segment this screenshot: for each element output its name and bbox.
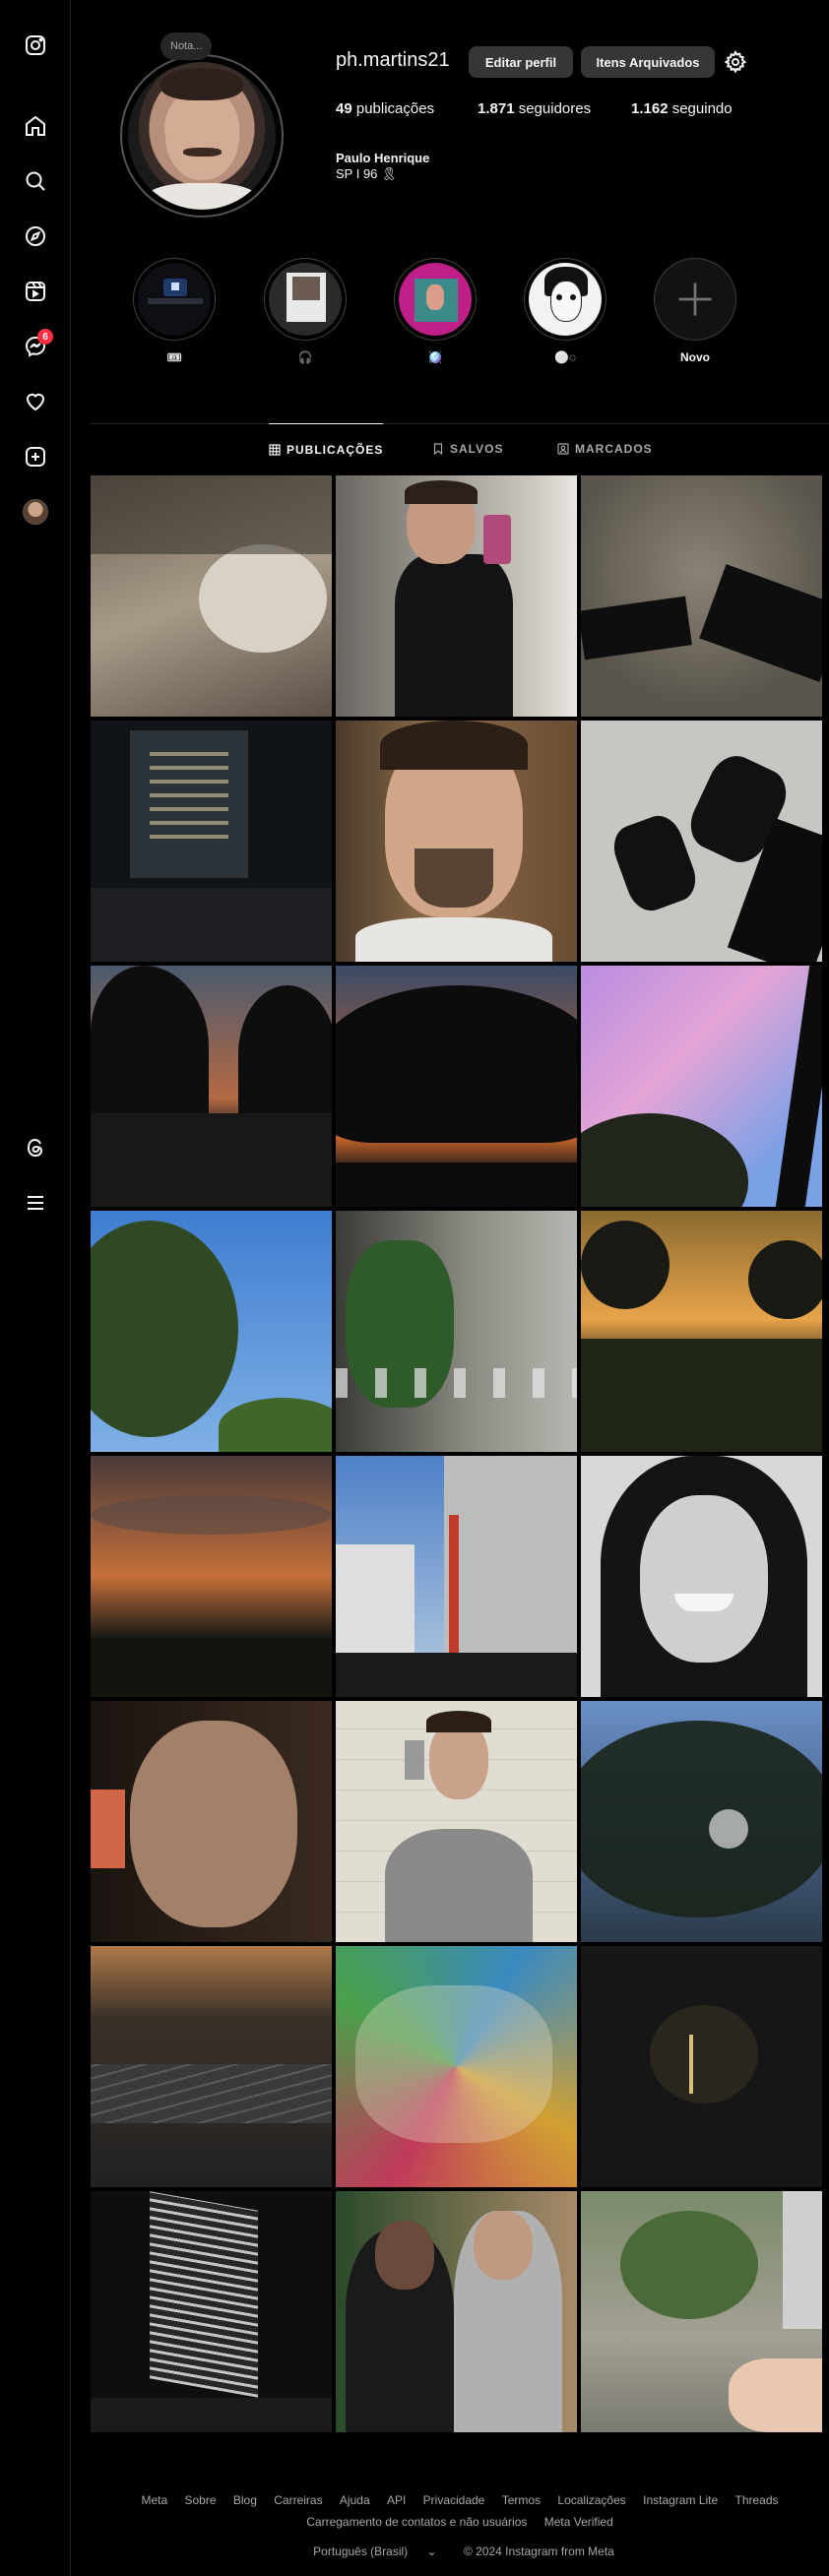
highlight-1[interactable]: 🎟 bbox=[133, 258, 216, 364]
messenger-icon[interactable]: 6 bbox=[20, 329, 53, 362]
post-thumbnail[interactable] bbox=[91, 475, 332, 717]
footer-link[interactable]: Carregamento de contatos e não usuários bbox=[306, 2515, 527, 2529]
edit-profile-button[interactable]: Editar perfil bbox=[469, 46, 573, 78]
instagram-logo-icon[interactable] bbox=[20, 30, 51, 61]
home-icon[interactable] bbox=[20, 110, 51, 142]
menu-icon[interactable] bbox=[20, 1187, 51, 1219]
post-thumbnail[interactable] bbox=[581, 1456, 822, 1697]
note-bubble[interactable]: Nota... bbox=[160, 32, 213, 60]
post-thumbnail[interactable] bbox=[336, 966, 577, 1207]
post-thumbnail[interactable] bbox=[336, 2191, 577, 2432]
avatar bbox=[23, 499, 48, 525]
post-thumbnail[interactable] bbox=[581, 1946, 822, 2187]
post-thumbnail[interactable] bbox=[91, 1701, 332, 1942]
highlight-3[interactable]: 🪩 bbox=[394, 258, 477, 364]
tab-tagged[interactable]: MARCADOS bbox=[557, 423, 653, 474]
profile-username: ph.martins21 bbox=[336, 49, 450, 71]
footer-link[interactable]: Ajuda bbox=[340, 2493, 370, 2507]
bookmark-icon bbox=[433, 443, 443, 455]
tab-label: PUBLICAÇÕES bbox=[287, 442, 384, 457]
profile-photo bbox=[128, 62, 276, 210]
tab-saved[interactable]: SALVOS bbox=[432, 423, 503, 474]
explore-icon[interactable] bbox=[20, 220, 51, 252]
highlight-label: Novo bbox=[680, 350, 710, 364]
footer-link[interactable]: Instagram Lite bbox=[643, 2493, 718, 2507]
footer-link[interactable]: Carreiras bbox=[274, 2493, 322, 2507]
tab-posts[interactable]: PUBLICAÇÕES bbox=[269, 423, 384, 474]
post-thumbnail[interactable] bbox=[91, 1946, 332, 2187]
followers-count: 1.871 bbox=[478, 100, 515, 117]
post-thumbnail[interactable] bbox=[336, 1946, 577, 2187]
post-thumbnail[interactable] bbox=[581, 1211, 822, 1452]
footer-link[interactable]: Meta Verified bbox=[544, 2515, 613, 2529]
following-stat[interactable]: 1.162 seguindo bbox=[631, 100, 733, 117]
post-thumbnail[interactable] bbox=[581, 2191, 822, 2432]
footer-link[interactable]: Privacidade bbox=[423, 2493, 485, 2507]
footer-links: Meta Sobre Blog Carreiras Ajuda API Priv… bbox=[91, 2489, 829, 2533]
post-thumbnail[interactable] bbox=[336, 1456, 577, 1697]
post-thumbnail[interactable] bbox=[581, 1701, 822, 1942]
post-thumbnail[interactable] bbox=[91, 966, 332, 1207]
post-thumbnail[interactable] bbox=[581, 721, 822, 962]
posts-count: 49 bbox=[336, 100, 352, 117]
search-icon[interactable] bbox=[20, 165, 51, 197]
post-thumbnail[interactable] bbox=[91, 1211, 332, 1452]
highlight-label: 🪩 bbox=[427, 350, 443, 364]
highlight-2[interactable]: 🎧 bbox=[264, 258, 347, 364]
footer-link[interactable]: Localizações bbox=[557, 2493, 625, 2507]
threads-icon[interactable] bbox=[20, 1132, 51, 1163]
footer-link[interactable]: Blog bbox=[233, 2493, 257, 2507]
followers-stat[interactable]: 1.871 seguidores bbox=[478, 100, 591, 117]
post-thumbnail[interactable] bbox=[91, 1456, 332, 1697]
post-thumbnail[interactable] bbox=[91, 2191, 332, 2432]
post-thumbnail[interactable] bbox=[91, 721, 332, 962]
posts-grid bbox=[91, 475, 823, 2432]
highlight-4[interactable]: ⚪◌ bbox=[524, 258, 606, 364]
highlight-label: 🎧 bbox=[297, 350, 313, 364]
highlight-label: 🎟 bbox=[166, 350, 182, 364]
create-icon[interactable] bbox=[20, 441, 51, 472]
footer-link[interactable]: Termos bbox=[502, 2493, 541, 2507]
tab-label: MARCADOS bbox=[575, 442, 653, 456]
post-thumbnail[interactable] bbox=[336, 721, 577, 962]
footer-link[interactable]: API bbox=[387, 2493, 406, 2507]
left-sidebar: 6 bbox=[0, 0, 71, 2576]
post-thumbnail[interactable] bbox=[336, 475, 577, 717]
followers-label: seguidores bbox=[518, 100, 592, 117]
archived-items-button[interactable]: Itens Arquivados bbox=[581, 46, 715, 78]
footer-link[interactable]: Threads bbox=[735, 2493, 779, 2507]
profile-bio: SP I 96 🎗 bbox=[336, 166, 398, 181]
plus-icon bbox=[654, 258, 736, 341]
language-label: Português (Brasil) bbox=[313, 2545, 409, 2558]
chevron-down-icon: ⌄ bbox=[426, 2545, 437, 2558]
following-count: 1.162 bbox=[631, 100, 669, 117]
footer-bottom: Português (Brasil) ⌄ © 2024 Instagram fr… bbox=[91, 2545, 829, 2558]
copyright: © 2024 Instagram from Meta bbox=[463, 2545, 614, 2558]
posts-label: publicações bbox=[355, 100, 435, 117]
heart-icon[interactable] bbox=[20, 386, 51, 417]
reels-icon[interactable] bbox=[20, 276, 51, 307]
following-label: seguindo bbox=[671, 100, 733, 117]
tagged-icon bbox=[557, 443, 569, 455]
post-thumbnail[interactable] bbox=[336, 1211, 577, 1452]
highlight-label: ⚪◌ bbox=[553, 350, 577, 364]
profile-full-name: Paulo Henrique bbox=[336, 151, 430, 165]
post-thumbnail[interactable] bbox=[581, 475, 822, 717]
language-selector[interactable]: Português (Brasil) ⌄ bbox=[305, 2545, 444, 2558]
tab-label: SALVOS bbox=[450, 442, 504, 456]
grid-icon bbox=[269, 443, 281, 456]
new-highlight[interactable]: Novo bbox=[654, 258, 736, 364]
settings-gear-icon[interactable] bbox=[722, 48, 749, 76]
posts-stat: 49 publicações bbox=[336, 100, 434, 117]
profile-avatar-icon[interactable] bbox=[20, 496, 51, 528]
footer-link[interactable]: Meta bbox=[141, 2493, 167, 2507]
footer-link[interactable]: Sobre bbox=[184, 2493, 216, 2507]
profile-picture[interactable] bbox=[120, 54, 284, 218]
post-thumbnail[interactable] bbox=[581, 966, 822, 1207]
post-thumbnail[interactable] bbox=[336, 1701, 577, 1942]
notification-badge: 6 bbox=[37, 329, 53, 345]
